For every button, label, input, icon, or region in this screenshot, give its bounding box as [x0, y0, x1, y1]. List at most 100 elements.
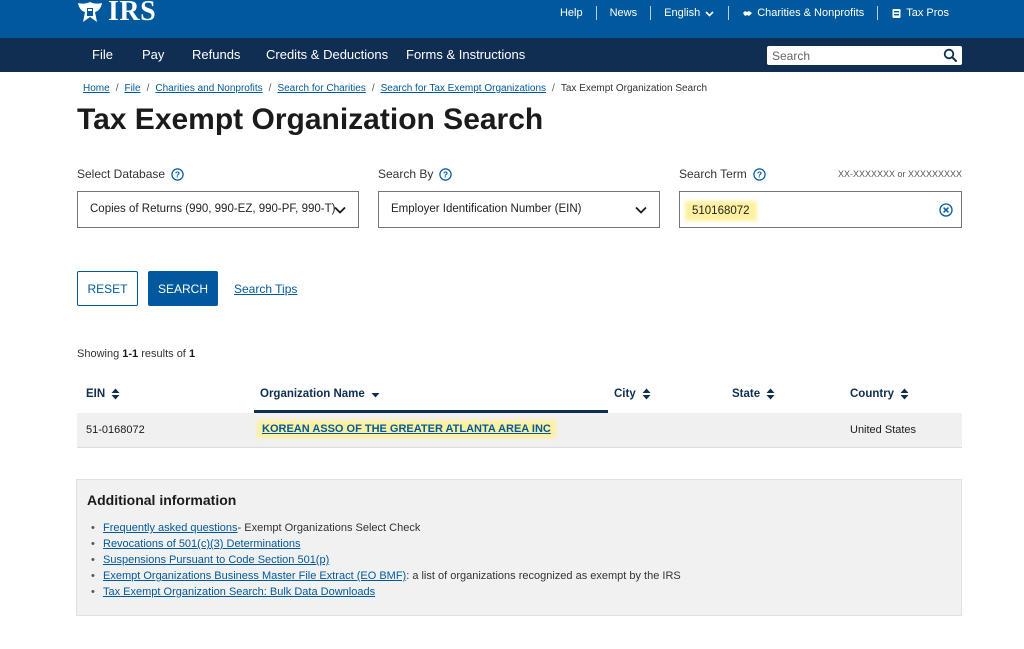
breadcrumb-separator: /	[371, 83, 375, 94]
sort-icon	[766, 388, 775, 400]
search-by-select[interactable]: Employer Identification Number (EIN)	[378, 191, 660, 228]
results-total: 1	[188, 348, 196, 360]
nav-item-file[interactable]: File	[92, 38, 113, 72]
logo-text: IRS	[108, 0, 157, 27]
list-item: Exempt Organizations Business Master Fil…	[91, 568, 681, 584]
search-term-input[interactable]: 510168072	[679, 191, 962, 228]
eo-bmf-description: : a list of organizations recognized as …	[406, 570, 681, 582]
reset-button[interactable]: RESET	[77, 271, 138, 306]
breadcrumb: Home / File / Charities and Nonprofits /…	[83, 83, 707, 94]
breadcrumb-charities-nonprofits[interactable]: Charities and Nonprofits	[155, 83, 262, 94]
help-circle-icon[interactable]: ?	[753, 167, 766, 181]
main-navigation: File Pay Refunds Credits & Deductions Fo…	[0, 38, 1024, 72]
sort-descending-icon	[371, 393, 380, 398]
breadcrumb-separator: /	[552, 83, 555, 94]
column-header-country[interactable]: Country	[850, 388, 909, 400]
search-term-label-text: Search Term	[679, 167, 747, 181]
results-range: 1-1	[122, 348, 139, 360]
suspensions-link[interactable]: Suspensions Pursuant to Code Section 501…	[103, 552, 329, 568]
database-label-text: Select Database	[77, 167, 166, 181]
nav-item-refunds[interactable]: Refunds	[192, 38, 240, 72]
column-header-organization-name[interactable]: Organization Name	[260, 388, 380, 400]
search-term-value: 510168072	[688, 204, 754, 218]
utility-bar: IRS Help News English Charities & Nonpro…	[0, 0, 1024, 38]
table-row: 51-0168072 KOREAN ASSO OF THE GREATER AT…	[77, 413, 962, 448]
cell-organization-name: KOREAN ASSO OF THE GREATER ATLANTA AREA …	[260, 423, 553, 435]
eo-bmf-link[interactable]: Exempt Organizations Business Master Fil…	[103, 568, 406, 584]
charities-nonprofits-link[interactable]: Charities & Nonprofits	[728, 6, 877, 20]
cell-ein: 51-0168072	[86, 424, 145, 436]
language-label: English	[664, 7, 701, 19]
results-showing-text: Showing	[77, 348, 120, 360]
column-header-state[interactable]: State	[732, 388, 775, 400]
column-header-city[interactable]: City	[614, 388, 651, 400]
breadcrumb-file[interactable]: File	[124, 83, 140, 94]
additional-info-panel: Additional information Frequently asked …	[76, 479, 962, 616]
search-by-select-value: Employer Identification Number (EIN)	[391, 203, 582, 215]
column-header-city-label: City	[614, 388, 636, 400]
breadcrumb-search-for-charities[interactable]: Search for Charities	[277, 83, 365, 94]
cell-country: United States	[850, 424, 917, 436]
svg-text:?: ?	[175, 169, 180, 179]
column-header-organization-name-label: Organization Name	[260, 388, 365, 400]
nav-item-credits-deductions[interactable]: Credits & Deductions	[266, 38, 388, 72]
results-count: Showing 1-1 results of 1	[77, 348, 195, 360]
svg-text:?: ?	[443, 169, 448, 179]
clear-circle-icon[interactable]	[939, 203, 953, 217]
search-by-label-text: Search By	[378, 167, 434, 181]
organization-name-link[interactable]: KOREAN ASSO OF THE GREATER ATLANTA AREA …	[260, 423, 553, 435]
column-header-ein-label: EIN	[86, 388, 106, 400]
language-selector[interactable]: English	[650, 6, 728, 20]
svg-text:?: ?	[757, 169, 762, 179]
breadcrumb-separator: /	[146, 83, 150, 94]
page-title: Tax Exempt Organization Search	[77, 103, 544, 136]
eagle-logo-icon	[78, 2, 102, 22]
site-search-input[interactable]	[767, 46, 937, 65]
sort-icon	[111, 388, 120, 400]
news-link[interactable]: News	[595, 6, 651, 20]
help-circle-icon[interactable]: ?	[439, 167, 453, 181]
breadcrumb-search-tax-exempt[interactable]: Search for Tax Exempt Organizations	[381, 83, 546, 94]
charities-link-label: Charities & Nonprofits	[757, 7, 865, 19]
site-search	[767, 46, 962, 65]
nav-item-forms-instructions[interactable]: Forms & Instructions	[406, 38, 525, 72]
database-select-value: Copies of Returns (990, 990-EZ, 990-PF, …	[90, 203, 336, 215]
column-header-ein[interactable]: EIN	[86, 388, 120, 400]
help-link-label: Help	[559, 7, 583, 19]
chevron-down-icon	[635, 206, 647, 214]
column-header-state-label: State	[732, 388, 761, 400]
chevron-down-icon	[705, 10, 714, 17]
results-of-text: results of	[141, 348, 186, 360]
revocations-link[interactable]: Revocations of 501(c)(3) Determinations	[103, 536, 300, 552]
breadcrumb-separator: /	[268, 83, 272, 94]
list-item: Suspensions Pursuant to Code Section 501…	[91, 552, 681, 568]
list-item: Frequently asked questions - Exempt Orga…	[91, 520, 681, 536]
irs-logo[interactable]: IRS	[76, 0, 156, 26]
list-item: Revocations of 501(c)(3) Determinations	[91, 536, 681, 552]
help-link[interactable]: Help	[547, 6, 596, 20]
list-item: Tax Exempt Organization Search: Bulk Dat…	[91, 584, 681, 600]
handshake-icon	[743, 10, 753, 16]
help-circle-icon[interactable]: ?	[171, 167, 184, 181]
search-button[interactable]: SEARCH	[148, 271, 218, 306]
search-by-label: Search By ?	[378, 167, 453, 181]
nav-item-pay[interactable]: Pay	[142, 38, 164, 72]
search-icon[interactable]	[943, 48, 958, 63]
additional-info-title: Additional information	[87, 492, 237, 508]
sort-icon	[642, 388, 651, 400]
faq-link[interactable]: Frequently asked questions	[103, 520, 238, 536]
column-header-country-label: Country	[850, 388, 895, 400]
breadcrumb-home[interactable]: Home	[83, 83, 110, 94]
search-tips-link[interactable]: Search Tips	[234, 282, 297, 296]
breadcrumb-current: Tax Exempt Organization Search	[560, 83, 708, 94]
database-select[interactable]: Copies of Returns (990, 990-EZ, 990-PF, …	[77, 191, 359, 228]
tax-pros-link[interactable]: Tax Pros	[877, 6, 962, 20]
id-card-icon	[892, 8, 901, 18]
breadcrumb-separator: /	[115, 83, 119, 94]
bulk-data-downloads-link[interactable]: Tax Exempt Organization Search: Bulk Dat…	[103, 584, 375, 600]
sort-icon	[900, 388, 909, 400]
database-label: Select Database ?	[77, 167, 184, 181]
additional-info-list: Frequently asked questions - Exempt Orga…	[91, 520, 681, 600]
utility-links: Help News English Charities & Nonprofits…	[547, 0, 962, 26]
search-term-format-hint: XX-XXXXXXX or XXXXXXXXX	[837, 169, 962, 179]
